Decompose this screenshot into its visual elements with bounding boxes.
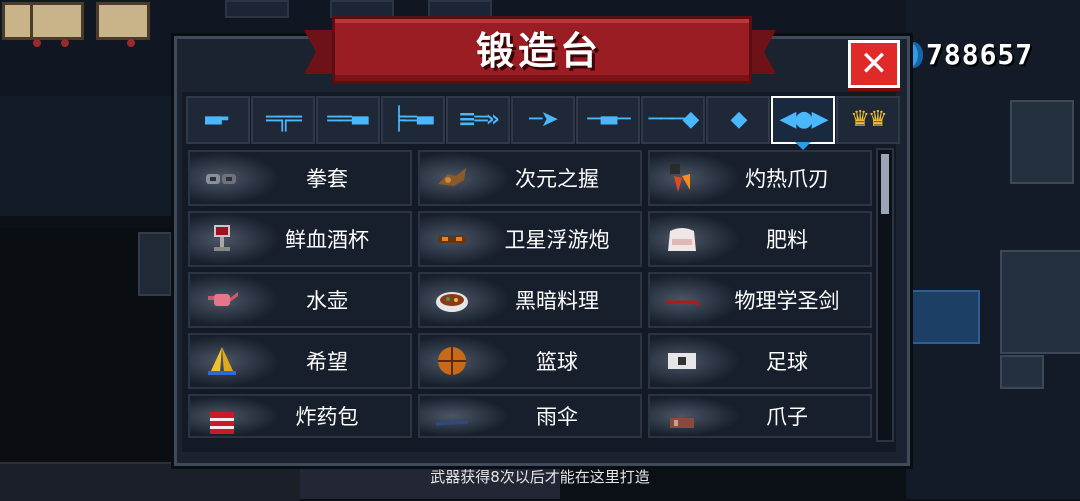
- background-crate: [1000, 355, 1044, 389]
- satellite-drone-icon: [434, 223, 470, 255]
- weapon-item-name: 卫星浮游炮: [504, 228, 610, 252]
- forge-notice: 武器获得8次以后才能在这里打造: [430, 468, 650, 486]
- basketball-icon: [434, 345, 470, 377]
- shuriken-icon: ◆: [730, 107, 748, 132]
- dimension-grip-icon: [434, 162, 470, 194]
- crown-icon: ♛♛: [850, 107, 887, 132]
- weapon-category-tab[interactable]: ══▬: [316, 96, 380, 144]
- wall-painting: [96, 2, 150, 47]
- weapon-item-name: 次元之握: [515, 167, 599, 191]
- scrollbar[interactable]: [876, 148, 894, 442]
- weapon-item[interactable]: 爪子: [648, 394, 872, 438]
- close-icon: ✕: [859, 44, 889, 84]
- weapon-category-tab[interactable]: ◆: [706, 96, 770, 144]
- weapon-item-name: 物理学圣剑: [734, 289, 840, 313]
- dynamite-pack-icon: [204, 406, 240, 436]
- weapon-category-tab[interactable]: ▬╸: [186, 96, 250, 144]
- weapon-category-tab[interactable]: ─➤: [511, 96, 575, 144]
- weapon-item-name: 炸药包: [295, 405, 359, 429]
- laser-gun-icon: ≡═»: [458, 107, 500, 132]
- weapon-item[interactable]: 物理学圣剑: [648, 272, 872, 328]
- weapon-item-name: 拳套: [306, 167, 348, 191]
- fertilizer-bag-icon: [664, 223, 700, 255]
- weapon-item-name: 水壶: [306, 289, 348, 313]
- scrollbar-thumb[interactable]: [881, 154, 889, 214]
- knuckles-icon: [204, 162, 240, 194]
- crowbar-icon: [664, 284, 700, 316]
- weapon-category-tab[interactable]: ═╦═: [251, 96, 315, 144]
- weapon-item[interactable]: 希望: [188, 333, 412, 389]
- weapon-category-tab[interactable]: ≡═»: [446, 96, 510, 144]
- weapon-item-name: 希望: [306, 350, 348, 374]
- bow-icon: ─➤: [529, 107, 559, 132]
- wall-painting: [30, 2, 84, 47]
- fish-icon: ◀●▶: [779, 107, 828, 132]
- background-floor: [0, 96, 180, 216]
- weapon-item-name: 黑暗料理: [515, 289, 599, 313]
- weapon-item-name: 鲜血酒杯: [285, 228, 369, 252]
- weapon-category-tab[interactable]: ╞═▬: [381, 96, 445, 144]
- claw-icon: [664, 406, 700, 436]
- weapon-item[interactable]: 灼热爪刃: [648, 150, 872, 206]
- weapon-item[interactable]: 黑暗料理: [418, 272, 642, 328]
- weapon-item[interactable]: 水壶: [188, 272, 412, 328]
- selected-indicator-icon: [795, 142, 811, 150]
- weapon-item[interactable]: 拳套: [188, 150, 412, 206]
- watering-can-icon: [204, 284, 240, 316]
- background-floor-edge: [0, 462, 300, 501]
- weapon-item-name: 篮球: [536, 350, 578, 374]
- praying-hands-icon: [204, 345, 240, 377]
- dark-cuisine-icon: [434, 284, 470, 316]
- blood-goblet-icon: [204, 223, 240, 255]
- weapon-item-name: 爪子: [766, 405, 808, 429]
- background-machine: [1010, 100, 1074, 184]
- umbrella-icon: [434, 406, 470, 436]
- weapon-item-name: 足球: [766, 350, 808, 374]
- weapon-item[interactable]: 雨伞: [418, 394, 642, 438]
- weapon-item-name: 雨伞: [536, 405, 578, 429]
- weapon-item[interactable]: 足球: [648, 333, 872, 389]
- weapon-item[interactable]: 篮球: [418, 333, 642, 389]
- weapon-item-name: 灼热爪刃: [745, 167, 829, 191]
- weapon-item[interactable]: 次元之握: [418, 150, 642, 206]
- weapon-item[interactable]: 卫星浮游炮: [418, 211, 642, 267]
- close-button[interactable]: ✕: [848, 40, 900, 88]
- weapon-item[interactable]: 炸药包: [188, 394, 412, 438]
- gem-count: 788657: [926, 38, 1034, 71]
- background-pillar: [225, 0, 289, 18]
- weapon-category-tab[interactable]: ◀●▶: [771, 96, 835, 150]
- shotgun-icon: ══▬: [327, 107, 370, 132]
- background-door: [138, 232, 172, 296]
- scorching-claw-icon: [664, 162, 700, 194]
- weapon-item[interactable]: 肥料: [648, 211, 872, 267]
- weapon-category-tab[interactable]: ─▬─: [576, 96, 640, 144]
- background-blueprint: [906, 290, 980, 344]
- weapon-category-tab[interactable]: ♛♛: [836, 96, 900, 144]
- weapon-category-tab[interactable]: ───◆: [641, 96, 705, 144]
- weapon-item-name: 肥料: [766, 228, 808, 252]
- launcher-icon: ╞═▬: [392, 107, 435, 132]
- rifle-icon: ═╦═: [266, 107, 302, 132]
- weapon-item[interactable]: 鲜血酒杯: [188, 211, 412, 267]
- spear-icon: ───◆: [648, 107, 700, 132]
- pistol-icon: ▬╸: [202, 107, 235, 132]
- background-machine: [1000, 250, 1080, 354]
- soccer-ball-icon: [664, 345, 700, 377]
- sword-icon: ─▬─: [587, 107, 630, 132]
- page-title: 锻造台: [475, 28, 602, 73]
